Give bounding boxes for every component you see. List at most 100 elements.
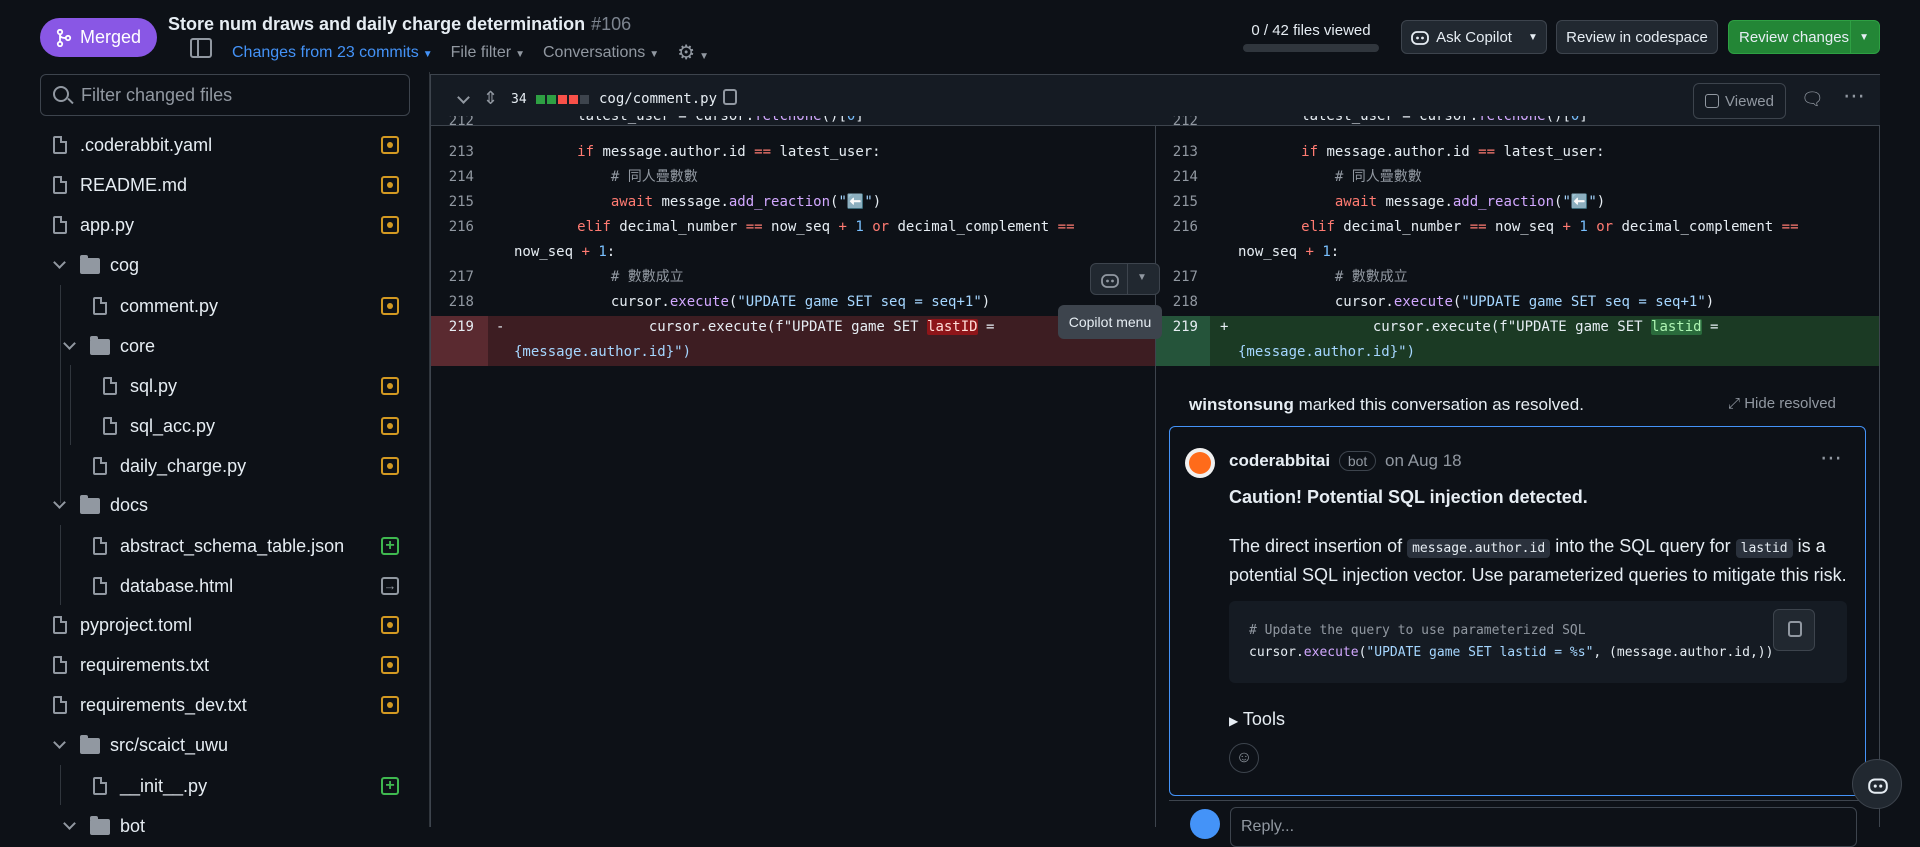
triangle-right-icon: ▶ (1229, 714, 1239, 728)
reply-row: Reply... (1169, 800, 1866, 847)
body-text: into the SQL query for (1555, 536, 1731, 556)
copy-icon (1788, 621, 1802, 637)
expand-all-icon[interactable]: ⇕ (483, 88, 498, 109)
code-line: if message.author.id == latest_user: (1301, 144, 1605, 160)
modified-icon (381, 297, 399, 315)
folder-item-src-scaict-uwu[interactable]: src/scaict_uwu (0, 725, 430, 765)
tools-label: Tools (1242, 709, 1285, 729)
file-icon (103, 417, 117, 435)
code-line: now_seq + 1: (514, 244, 616, 260)
code-segment: = (1701, 319, 1719, 335)
copilot-line-menu[interactable]: ▼ (1090, 263, 1160, 295)
hide-resolved-button[interactable]: ⤢ Hide resolved (1728, 395, 1836, 412)
folder-item-core[interactable]: core (0, 326, 430, 366)
caret-down-icon: ▼ (1527, 31, 1538, 43)
file-item-abstract-schema[interactable]: abstract_schema_table.json + (0, 526, 430, 566)
code-segment: cursor.execute(f"UPDATE game SET (514, 319, 928, 335)
file-icon (53, 216, 67, 234)
tools-disclosure[interactable]: ▶ Tools (1229, 709, 1285, 730)
file-item-app-py[interactable]: app.py (0, 205, 430, 245)
copilot-icon (1101, 274, 1119, 288)
file-item-init-py[interactable]: __init__.py + (0, 766, 430, 806)
pr-title-text: Store num draws and daily charge determi… (168, 14, 586, 34)
comment-icon[interactable]: 🗨 (1801, 89, 1824, 110)
resolved-user[interactable]: winstonsung (1189, 395, 1294, 414)
deleted-code-line: {message.author.id}") (514, 344, 692, 360)
more-options-icon[interactable]: ⋯ (1843, 83, 1865, 109)
caret-down-icon: ▼ (1859, 32, 1869, 43)
code-line: # 同人疊數數 (1200, 169, 1422, 185)
file-item-pyproject[interactable]: pyproject.toml (0, 605, 430, 645)
chevron-down-icon (63, 337, 76, 350)
added-code-line: {message.author.id}") (1238, 344, 1416, 360)
modified-icon (381, 377, 399, 395)
comment-date[interactable]: on Aug 18 (1385, 451, 1462, 470)
file-filter-label: File filter (450, 43, 512, 61)
file-label: requirements_dev.txt (80, 694, 247, 715)
settings-dropdown[interactable]: ⚙ ▼ (677, 40, 709, 65)
file-item-readme[interactable]: README.md (0, 165, 430, 205)
file-icon (103, 377, 117, 395)
caret-down-icon: ▼ (515, 48, 525, 60)
conversations-dropdown[interactable]: Conversations ▼ (543, 44, 659, 62)
code-line: # 數數成立 (476, 269, 684, 285)
copilot-chat-button[interactable] (1852, 759, 1902, 809)
changes-link-label: Changes from 23 commits (232, 43, 419, 61)
code-line: latest_user = cursor.fetchone()[0] (476, 116, 864, 124)
folder-icon (80, 255, 100, 274)
file-item-comment-py[interactable]: comment.py (0, 286, 430, 326)
file-item-requirements[interactable]: requirements.txt (0, 645, 430, 685)
toggle-sidebar-icon[interactable] (190, 38, 212, 58)
file-filter-dropdown[interactable]: File filter ▼ (451, 44, 525, 62)
file-item-coderabbit-yaml[interactable]: .coderabbit.yaml (0, 125, 430, 165)
folder-item-bot[interactable]: bot (0, 806, 430, 846)
code-comment: # Update the query to use parameterized … (1249, 623, 1586, 638)
copy-code-button[interactable] (1773, 609, 1815, 651)
caret-down-icon: ▼ (422, 48, 433, 60)
file-label: app.py (80, 214, 135, 235)
line-number: 218 (448, 294, 474, 310)
file-item-database-html[interactable]: database.html → (0, 566, 430, 606)
file-item-sql-py[interactable]: sql.py (0, 366, 430, 406)
diff-filename[interactable]: cog/comment.py (599, 91, 717, 107)
review-in-codespace-button[interactable]: Review in codespace (1556, 20, 1718, 54)
pr-number: #106 (591, 14, 632, 34)
file-label: README.md (80, 174, 188, 195)
line-number: 215 (448, 194, 474, 210)
file-item-sql-acc-py[interactable]: sql_acc.py (0, 406, 430, 446)
add-reaction-icon[interactable]: ☺ (1229, 743, 1259, 773)
line-number: 214 (448, 169, 474, 185)
folder-icon (90, 336, 110, 355)
collapse-chevron-icon[interactable] (457, 91, 470, 104)
filter-changed-files-input[interactable]: Filter changed files (40, 74, 410, 116)
file-label: comment.py (120, 295, 219, 316)
review-changes-label: Review changes (1739, 28, 1850, 46)
viewed-checkbox-button[interactable]: Viewed (1693, 83, 1786, 119)
file-label: requirements.txt (80, 654, 210, 675)
folder-icon (80, 735, 100, 754)
folder-label: src/scaict_uwu (110, 734, 229, 755)
added-icon: + (381, 777, 399, 795)
ask-copilot-button[interactable]: Ask Copilot ▼ (1401, 20, 1547, 54)
reply-input[interactable]: Reply... (1230, 807, 1857, 847)
file-label: abstract_schema_table.json (120, 535, 345, 556)
changes-from-commits-dropdown[interactable]: Changes from 23 commits ▼ (232, 44, 433, 62)
copilot-menu-tooltip: Copilot menu (1058, 305, 1162, 339)
file-item-daily-charge-py[interactable]: daily_charge.py (0, 446, 430, 486)
caret-down-icon[interactable]: ▼ (1137, 272, 1147, 283)
file-icon (53, 136, 67, 154)
folder-item-cog[interactable]: cog (0, 245, 430, 285)
copy-path-icon[interactable] (723, 89, 737, 105)
folder-icon (80, 495, 100, 514)
avatar-shape (1189, 452, 1211, 474)
comment-options-icon[interactable]: ⋯ (1820, 445, 1842, 471)
coderabbit-avatar[interactable] (1185, 448, 1215, 478)
file-item-requirements-dev[interactable]: requirements_dev.txt (0, 685, 430, 725)
review-changes-button[interactable]: Review changes ▼ (1728, 20, 1880, 54)
comment-author[interactable]: coderabbitai (1229, 451, 1330, 470)
merge-icon (56, 28, 72, 47)
folder-label: docs (110, 494, 149, 515)
deleted-token: lastID (927, 319, 978, 335)
folder-item-docs[interactable]: docs (0, 485, 430, 525)
body-text: is a (1797, 536, 1826, 556)
